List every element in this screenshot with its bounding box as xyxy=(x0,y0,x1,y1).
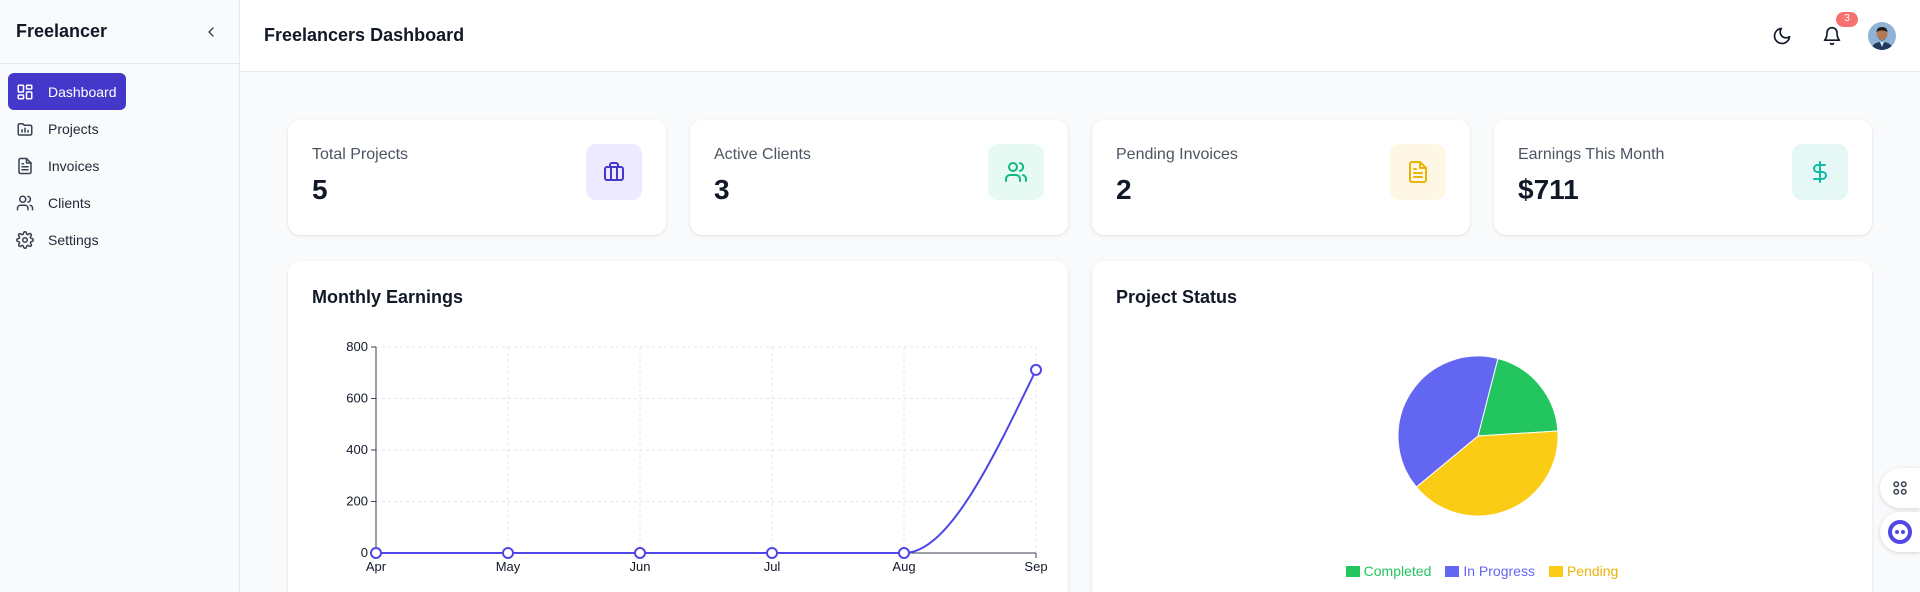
sidebar-nav: Dashboard Projects Invoices Clients Sett… xyxy=(0,64,239,267)
stat-value: 2 xyxy=(1116,174,1132,205)
folder-chart-icon xyxy=(17,122,33,136)
users-icon xyxy=(16,195,34,210)
stat-value: $711 xyxy=(1518,174,1579,205)
bell-icon xyxy=(1823,26,1841,45)
earnings-line xyxy=(376,369,1037,554)
moon-icon xyxy=(1773,27,1791,44)
chevron-left-icon xyxy=(208,26,214,37)
stat-icon-box xyxy=(988,144,1044,200)
assistant-widget-button[interactable] xyxy=(1880,512,1920,552)
sidebar-item-settings[interactable]: Settings xyxy=(8,221,231,258)
brand-name: Freelancer xyxy=(16,21,108,41)
collapse-sidebar-button[interactable] xyxy=(199,20,223,44)
stat-icon-box xyxy=(586,144,642,200)
stat-label: Earnings This Month xyxy=(1518,146,1665,163)
sidebar-item-label: Invoices xyxy=(48,157,100,174)
sidebar-item-projects[interactable]: Projects xyxy=(8,110,231,147)
sidebar-item-label: Projects xyxy=(48,120,99,137)
sidebar-item-dashboard[interactable]: Dashboard xyxy=(8,73,126,110)
y-tick-label: 200 xyxy=(346,494,368,509)
data-point xyxy=(502,547,514,559)
data-point xyxy=(898,547,910,559)
legend-item-completed[interactable]: Completed xyxy=(1345,563,1432,579)
y-tick-label: 400 xyxy=(346,442,368,457)
user-avatar-image xyxy=(1868,21,1896,50)
users-icon xyxy=(1005,162,1028,182)
legend-swatch xyxy=(1345,565,1360,577)
x-tick-label: May xyxy=(496,559,521,574)
y-tick-label: 600 xyxy=(346,391,368,406)
sidebar-header: Freelancer xyxy=(0,0,239,64)
document-icon xyxy=(18,157,32,174)
stat-card-active-clients: Active Clients 3 xyxy=(690,120,1068,235)
dashboard-grid-icon xyxy=(17,84,33,99)
data-point xyxy=(1030,363,1042,376)
notification-badge: 3 xyxy=(1836,11,1858,27)
stat-value: 3 xyxy=(714,174,730,205)
assistant-bot-icon xyxy=(1888,520,1912,544)
project-status-chart xyxy=(1397,355,1559,517)
dollar-icon xyxy=(1813,161,1827,183)
theme-toggle-button[interactable] xyxy=(1768,22,1796,50)
sidebar-item-invoices[interactable]: Invoices xyxy=(8,147,231,184)
top-actions: 3 xyxy=(1768,11,1896,50)
stats-cards: Total Projects 5 Active Clients 3 Pendin… xyxy=(288,120,1872,235)
y-tick-label: 800 xyxy=(346,339,368,354)
top-bar: Freelancers Dashboard 3 xyxy=(240,0,1920,72)
legend-label: In Progress xyxy=(1463,563,1535,579)
legend-label: Pending xyxy=(1566,563,1619,579)
stat-icon-box xyxy=(1792,144,1848,200)
chart-legend: Completed In Progress Pending xyxy=(1092,563,1872,579)
apps-grid-icon xyxy=(1893,481,1907,495)
sidebar: Freelancer Dashboard Projects Invoices C… xyxy=(0,0,240,592)
x-tick-label: Jul xyxy=(764,559,781,574)
data-point xyxy=(370,547,382,559)
legend-label: Completed xyxy=(1363,563,1432,579)
data-point xyxy=(766,547,778,559)
monthly-earnings-chart: 0 200 400 600 800 Apr May Jun Jul Aug Sep xyxy=(346,339,1047,574)
legend-item-in-progress[interactable]: In Progress xyxy=(1445,563,1535,579)
stat-label: Active Clients xyxy=(714,146,811,163)
x-tick-label: Sep xyxy=(1024,559,1047,574)
notifications-button[interactable]: 3 xyxy=(1818,11,1858,50)
sidebar-item-label: Settings xyxy=(48,231,99,248)
sidebar-item-label: Clients xyxy=(48,194,91,211)
stat-card-earnings-this-month: Earnings This Month $711 xyxy=(1494,120,1872,235)
monthly-earnings-panel: Monthly Earnings 0 200 400 600 800 Apr May Jun J… xyxy=(288,261,1068,592)
legend-swatch xyxy=(1445,565,1460,577)
data-point xyxy=(634,547,646,559)
stat-label: Pending Invoices xyxy=(1116,146,1238,163)
panel-title: Project Status xyxy=(1116,287,1238,307)
x-tick-label: Jun xyxy=(630,559,651,574)
page-title: Freelancers Dashboard xyxy=(264,25,465,45)
stat-card-pending-invoices: Pending Invoices 2 xyxy=(1092,120,1470,235)
panel-title: Monthly Earnings xyxy=(312,287,464,307)
y-tick-label: 0 xyxy=(361,545,368,560)
legend-item-pending[interactable]: Pending xyxy=(1548,563,1619,579)
stat-card-total-projects: Total Projects 5 xyxy=(288,120,666,235)
x-tick-label: Apr xyxy=(366,559,387,574)
apps-widget-button[interactable] xyxy=(1880,468,1920,508)
avatar[interactable] xyxy=(1868,21,1896,50)
briefcase-icon xyxy=(604,162,624,181)
project-status-panel: Project Status Completed In Progress Pen… xyxy=(1092,261,1872,592)
sidebar-item-clients[interactable]: Clients xyxy=(8,184,231,221)
gear-icon xyxy=(16,230,34,249)
stat-label: Total Projects xyxy=(312,146,409,163)
legend-swatch xyxy=(1548,565,1563,577)
stat-value: 5 xyxy=(312,174,328,205)
stat-icon-box xyxy=(1390,144,1446,200)
sidebar-item-label: Dashboard xyxy=(48,83,117,100)
document-icon xyxy=(1409,161,1427,183)
x-tick-label: Aug xyxy=(892,559,915,574)
